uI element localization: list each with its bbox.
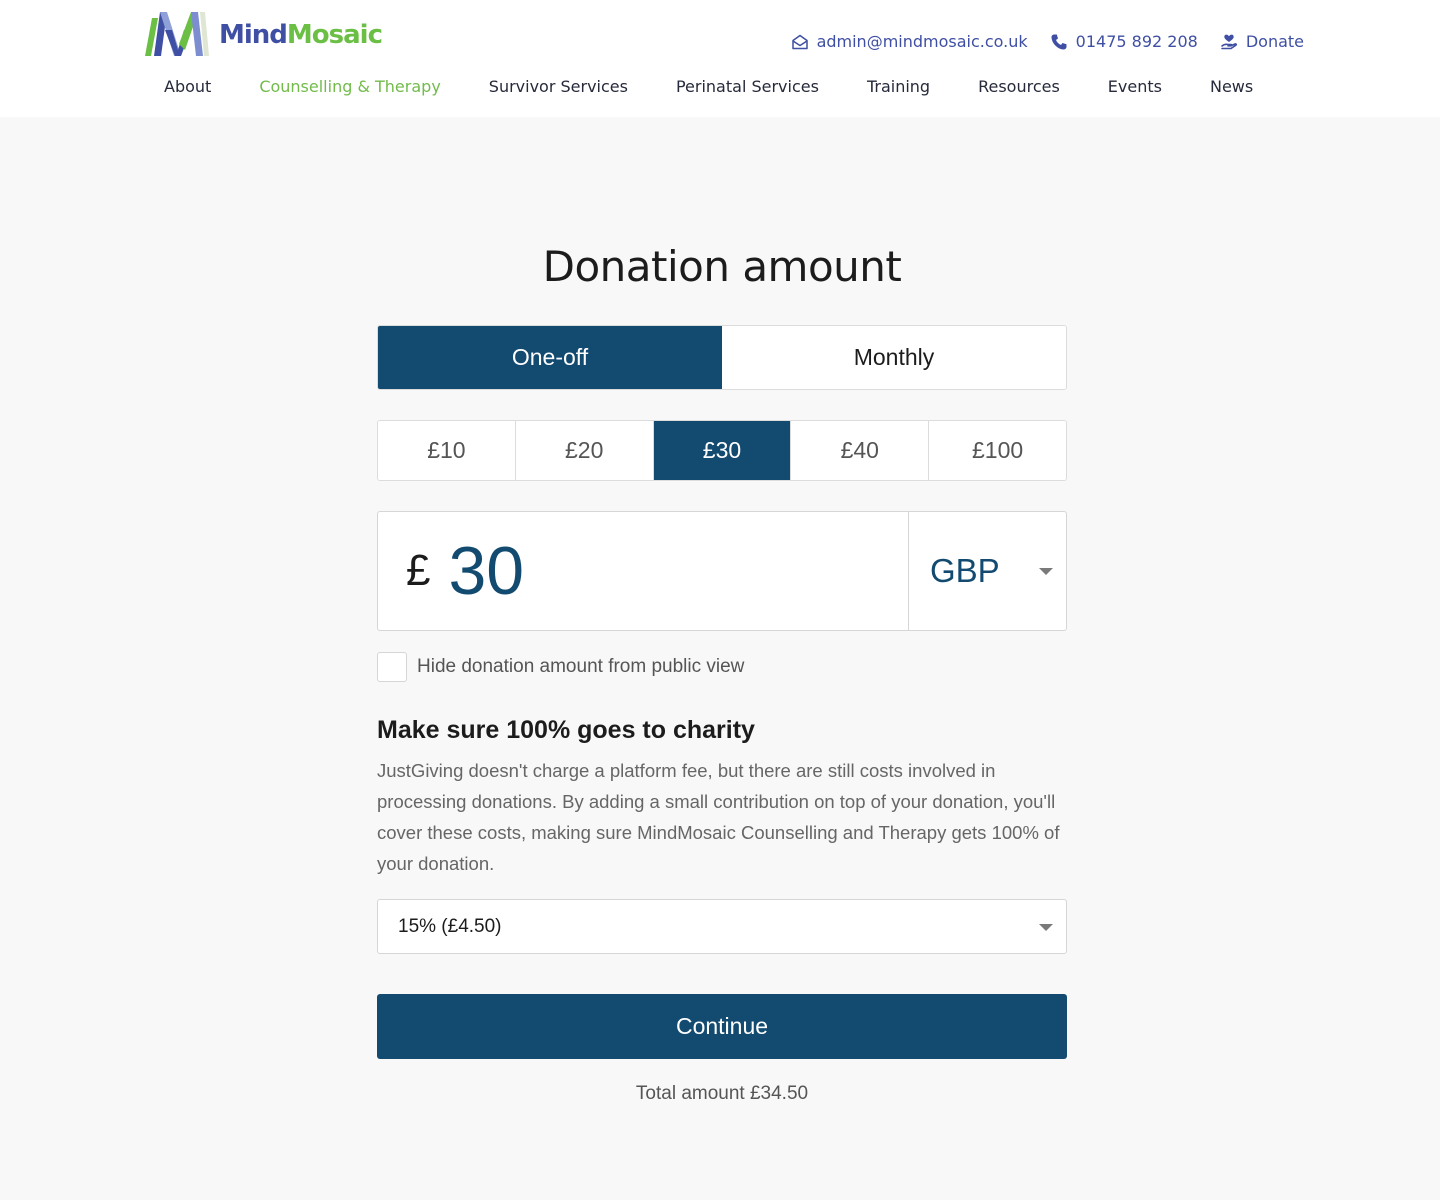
currency-symbol: £ <box>406 546 431 595</box>
main-nav: About Counselling & Therapy Survivor Ser… <box>164 76 1253 98</box>
continue-button[interactable]: Continue <box>377 994 1067 1059</box>
frequency-toggle: One-off Monthly <box>377 325 1067 390</box>
nav-item-survivor-services[interactable]: Survivor Services <box>489 76 628 98</box>
phone-text: 01475 892 208 <box>1075 32 1198 51</box>
fee-select-value: 15% (£4.50) <box>398 915 502 937</box>
nav-item-counselling-therapy[interactable]: Counselling & Therapy <box>259 76 440 98</box>
email-text: admin@mindmosaic.co.uk <box>816 32 1028 51</box>
preset-amount-button[interactable]: £40 <box>791 421 930 480</box>
email-link[interactable]: admin@mindmosaic.co.uk <box>791 32 1028 51</box>
donate-link[interactable]: Donate <box>1220 32 1304 51</box>
mindmosaic-logo-icon <box>145 12 209 56</box>
logo-text: MindMosaic <box>219 20 383 50</box>
amount-presets: £10 £20 £30 £40 £100 <box>377 420 1067 481</box>
envelope-open-icon <box>791 34 808 49</box>
frequency-one-off-button[interactable]: One-off <box>378 326 722 389</box>
heart-in-hand-icon <box>1221 34 1237 49</box>
logo-text-mind: Mind <box>219 20 288 50</box>
amount-input-row: £ 30 GBP <box>377 511 1067 631</box>
nav-item-perinatal-services[interactable]: Perinatal Services <box>676 76 819 98</box>
site-header: MindMosaic admin@mindmosaic.co.uk 01475 … <box>0 0 1440 117</box>
nav-item-news[interactable]: News <box>1210 76 1253 98</box>
amount-input[interactable]: £ 30 <box>378 512 908 630</box>
preset-amount-button[interactable]: £30 <box>653 421 792 480</box>
fee-description: JustGiving doesn't charge a platform fee… <box>377 760 1060 874</box>
donation-form: Donation amount One-off Monthly £10 £20 … <box>377 240 1067 1105</box>
donate-text: Donate <box>1245 32 1304 51</box>
fee-heading: Make sure 100% goes to charity <box>377 716 755 744</box>
hide-amount-checkbox[interactable] <box>377 652 407 682</box>
preset-amount-button[interactable]: £100 <box>929 421 1066 480</box>
nav-item-about[interactable]: About <box>164 76 211 98</box>
preset-amount-button[interactable]: £20 <box>515 421 654 480</box>
hide-amount-row: Hide donation amount from public view <box>377 652 1067 682</box>
hide-amount-label[interactable]: Hide donation amount from public view <box>417 656 744 678</box>
page-title: Donation amount <box>542 242 902 291</box>
site-logo[interactable]: MindMosaic <box>145 12 383 58</box>
logo-text-mosaic: Mosaic <box>286 20 383 50</box>
phone-icon <box>1051 34 1067 49</box>
chevron-down-icon <box>1039 924 1053 931</box>
chevron-down-icon <box>1039 568 1053 575</box>
nav-item-resources[interactable]: Resources <box>978 76 1060 98</box>
phone-link[interactable]: 01475 892 208 <box>1050 32 1198 51</box>
total-amount: Total amount £34.50 <box>635 1083 809 1104</box>
frequency-monthly-button[interactable]: Monthly <box>722 326 1066 389</box>
nav-item-events[interactable]: Events <box>1108 76 1162 98</box>
fee-contribution-select[interactable]: 15% (£4.50) <box>377 899 1067 954</box>
currency-code: GBP <box>930 552 1000 589</box>
currency-select[interactable]: GBP <box>908 512 1066 630</box>
contact-bar: admin@mindmosaic.co.uk 01475 892 208 Don… <box>791 32 1304 51</box>
preset-amount-button[interactable]: £10 <box>378 421 516 480</box>
nav-item-training[interactable]: Training <box>867 76 930 98</box>
amount-value: 30 <box>448 533 525 609</box>
